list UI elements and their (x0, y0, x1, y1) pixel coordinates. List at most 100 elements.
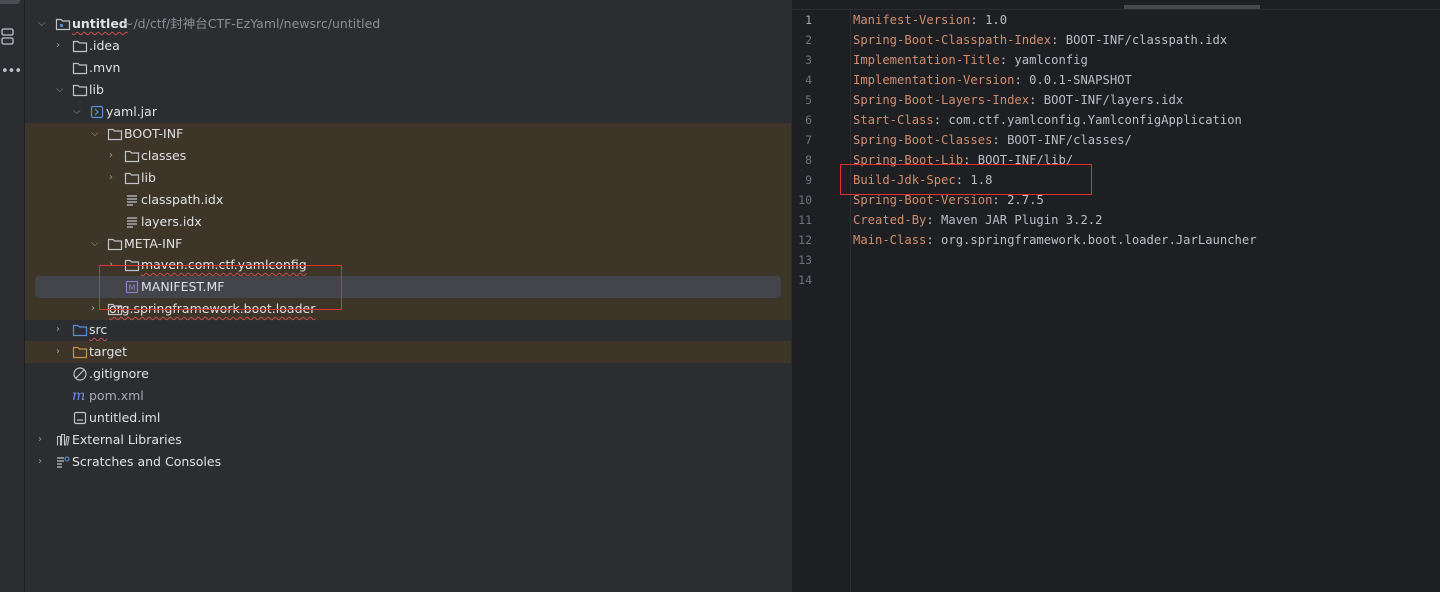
tree-item-target[interactable]: › target (25, 341, 791, 363)
chevron-right-icon[interactable]: › (38, 433, 48, 447)
manifest-value: : yamlconfig (999, 53, 1088, 67)
editor-tab-bar (792, 0, 1440, 10)
tree-item-boot-inf[interactable]: ⌵ BOOT-INF (25, 123, 791, 145)
tree-item-layers-idx[interactable]: layers.idx (25, 211, 791, 233)
tree-item-gitignore[interactable]: .gitignore (25, 363, 791, 385)
text-file-icon (127, 217, 137, 228)
line-number-gutter: 1 2 3 4 5 6 7 8 9 10 11 12 13 14 (792, 10, 851, 592)
line-number: 12 (798, 233, 812, 247)
tree-item-src[interactable]: › src (25, 319, 791, 341)
manifest-key: Created-By (853, 213, 927, 227)
folder-icon (72, 62, 88, 75)
folder-icon (107, 128, 123, 141)
tree-label: .idea (89, 38, 120, 53)
code-line[interactable]: Manifest-Version: 1.0 (853, 10, 1007, 30)
manifest-key: Start-Class (853, 113, 934, 127)
more-tools-icon[interactable]: ••• (1, 64, 22, 79)
tree-label: layers.idx (141, 214, 202, 229)
tree-item-boot-lib[interactable]: › lib (25, 167, 791, 189)
tree-label: classpath.idx (141, 192, 224, 207)
jar-icon (90, 105, 104, 119)
folder-icon (124, 150, 140, 163)
source-folder-icon (72, 324, 88, 337)
chevron-right-icon[interactable]: › (109, 149, 119, 163)
tree-label: .gitignore (89, 366, 149, 381)
code-line[interactable]: Start-Class: com.ctf.yamlconfig.Yamlconf… (853, 110, 1242, 130)
line-number: 14 (798, 273, 812, 287)
ignore-file-icon (73, 367, 87, 381)
module-folder-icon (55, 18, 71, 31)
tree-item-pom[interactable]: m pom.xml (25, 385, 791, 407)
editor-pane[interactable]: 1 2 3 4 5 6 7 8 9 10 11 12 13 14 Manifest-Version: 1.… (792, 0, 1440, 592)
tree-item-external-libraries[interactable]: › External Libraries (25, 429, 791, 451)
chevron-down-icon[interactable]: ⌵ (91, 237, 101, 251)
chevron-right-icon[interactable]: › (56, 345, 66, 359)
manifest-key: Implementation-Title (853, 53, 1000, 67)
tree-item-untitled[interactable]: ⌵ untitled ~/d/ctf/封神台CTF-EzYaml/newsrc/… (25, 13, 791, 35)
manifest-key: Spring-Boot-Version (853, 193, 993, 207)
chevron-right-icon[interactable]: › (38, 455, 48, 469)
code-line[interactable]: Created-By: Maven JAR Plugin 3.2.2 (853, 210, 1102, 230)
code-line[interactable]: Spring-Boot-Classes: BOOT-INF/classes/ (853, 130, 1132, 150)
active-tab-indicator (1124, 5, 1260, 9)
annotation-box-build-jdk-spec (840, 164, 1092, 195)
folder-icon (107, 238, 123, 251)
tree-label: lib (89, 82, 104, 97)
manifest-value: : BOOT-INF/classes/ (992, 133, 1132, 147)
folder-icon (72, 40, 88, 53)
tree-label: META-INF (124, 236, 183, 251)
manifest-value: : org.springframework.boot.loader.JarLau… (926, 233, 1257, 247)
tree-item-classpath-idx[interactable]: classpath.idx (25, 189, 791, 211)
tree-label: classes (141, 148, 187, 163)
chevron-down-icon[interactable]: ⌵ (73, 105, 83, 119)
tree-item-meta-inf[interactable]: ⌵ META-INF (25, 233, 791, 255)
line-number: 2 (805, 33, 812, 47)
tree-label: src (89, 322, 108, 337)
manifest-key: Spring-Boot-Classes (853, 133, 993, 147)
library-icon (56, 433, 70, 446)
line-number: 11 (798, 213, 812, 227)
root-path: ~/d/ctf/封神台CTF-EzYaml/newsrc/untitled (123, 16, 381, 31)
chevron-down-icon[interactable]: ⌵ (56, 83, 66, 97)
code-line[interactable]: Implementation-Title: yamlconfig (853, 50, 1088, 70)
manifest-key: Manifest-Version (853, 13, 971, 27)
tree-label: .mvn (89, 60, 121, 75)
chevron-right-icon[interactable]: › (109, 171, 119, 185)
scratches-icon (57, 456, 70, 468)
tree-label: lib (141, 170, 156, 185)
maven-icon: m (72, 388, 86, 404)
manifest-value: : BOOT-INF/classpath.idx (1051, 33, 1228, 47)
line-number: 4 (805, 73, 812, 87)
line-number: 8 (805, 153, 812, 167)
tree-item-iml[interactable]: untitled.iml (25, 407, 791, 429)
project-tree: ⌵ untitled ~/d/ctf/封神台CTF-EzYaml/newsrc/… (25, 0, 791, 592)
text-file-icon (127, 195, 137, 206)
tree-item-mvn[interactable]: .mvn (25, 57, 791, 79)
code-line[interactable]: Implementation-Version: 0.0.1-SNAPSHOT (853, 70, 1132, 90)
line-number: 6 (805, 113, 812, 127)
chevron-right-icon[interactable]: › (56, 323, 66, 337)
tree-item-lib[interactable]: ⌵ lib (25, 79, 791, 101)
manifest-key: Implementation-Version (853, 73, 1015, 87)
line-number: 9 (805, 173, 812, 187)
manifest-value: : Maven JAR Plugin 3.2.2 (926, 213, 1103, 227)
code-line[interactable]: Spring-Boot-Classpath-Index: BOOT-INF/cl… (853, 30, 1227, 50)
chevron-down-icon[interactable]: ⌵ (38, 17, 48, 31)
code-line[interactable]: Main-Class: org.springframework.boot.loa… (853, 230, 1257, 250)
code-line[interactable]: Spring-Boot-Layers-Index: BOOT-INF/layer… (853, 90, 1183, 110)
tool-window-strip: ••• (0, 0, 25, 592)
chevron-down-icon[interactable]: ⌵ (91, 127, 101, 141)
excluded-folder-icon (72, 346, 88, 359)
line-number: 7 (805, 133, 812, 147)
annotation-box-manifest (99, 265, 342, 310)
structure-icon[interactable] (1, 28, 15, 46)
folder-icon (72, 84, 88, 97)
tree-item-scratches[interactable]: › Scratches and Consoles (25, 451, 791, 473)
chevron-right-icon[interactable]: › (56, 39, 66, 53)
tree-item-yaml-jar[interactable]: ⌵ yaml.jar (25, 101, 791, 123)
tree-item-idea[interactable]: › .idea (25, 35, 791, 57)
tree-label: untitled.iml (89, 410, 161, 425)
tree-item-classes[interactable]: › classes (25, 145, 791, 167)
root-label: untitled (72, 16, 128, 31)
manifest-value: : 0.0.1-SNAPSHOT (1014, 73, 1132, 87)
